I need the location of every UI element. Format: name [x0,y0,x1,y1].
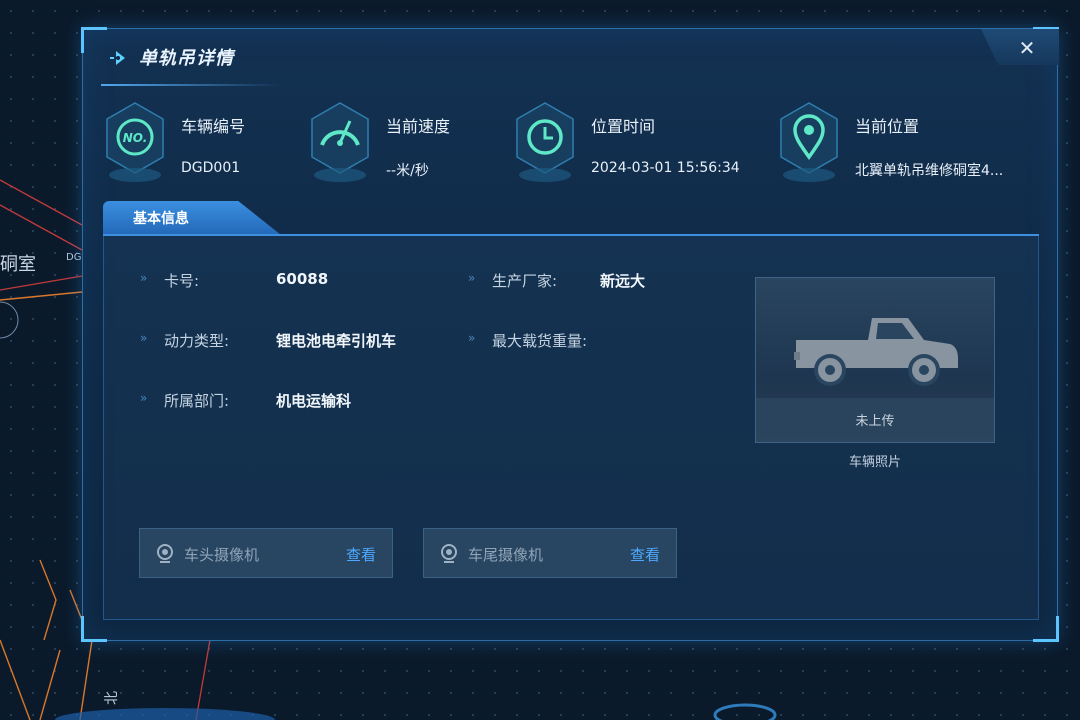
field-label: 最大载货重量: [492,332,588,350]
field-max-load: » 最大载货重量: [468,330,768,352]
svg-text:NO.: NO. [123,131,148,145]
tab-basic-info[interactable]: 基本信息 [103,201,281,235]
chevron-right-icon: » [140,391,148,405]
stat-position-time: 位置时间 2024-03-01 15:56:34 [513,99,773,189]
rear-camera-button[interactable]: 车尾摄像机 查看 [423,528,677,578]
camera-icon [441,544,457,563]
field-label: 所属部门: [164,392,230,410]
speedometer-icon [311,102,369,182]
location-pin-icon [780,102,838,182]
stat-label: 当前位置 [855,117,920,136]
field-value: 机电运输科 [276,392,352,410]
tab-label: 基本信息 [133,211,189,227]
camera-label: 车尾摄像机 [468,546,544,564]
field-label: 生产厂家: [492,272,558,290]
field-value: 60088 [276,270,329,288]
map-room-label: 硐室 [0,254,36,275]
view-camera-link[interactable]: 查看 [630,544,660,565]
pickup-truck-icon [794,318,958,386]
chevron-right-icon: » [468,331,476,345]
stat-label: 当前速度 [386,117,451,136]
stat-current-speed: 当前速度 --米/秒 [308,99,498,189]
stat-label: 车辆编号 [181,117,246,136]
title-underline [101,84,281,86]
stat-value: 北翼单轨吊维修硐室4... [855,163,1004,179]
field-value: 新远大 [600,272,646,290]
field-department: » 所属部门: 机电运输科 [140,390,440,412]
field-value: 锂电池电牵引机车 [276,332,397,350]
camera-icon [157,544,173,563]
camera-label: 车头摄像机 [184,546,260,564]
chevron-right-icon: » [468,271,476,285]
chevron-right-icon: » [140,271,148,285]
stat-label: 位置时间 [591,117,656,136]
field-label: 动力类型: [164,332,230,350]
field-manufacturer: » 生产厂家: 新远大 [468,270,768,292]
photo-caption: 车辆照片 [848,455,901,470]
stat-current-location: 当前位置 北翼单轨吊维修硐室4... [777,99,1037,189]
tab-bar: 基本信息 [103,201,1039,237]
field-card-number: » 卡号: 60088 [140,270,440,292]
monorail-detail-dialog: 单轨吊详情 ✕ NO. 车辆编号 DGD001 当前速度 --米/秒 位置时间 … [81,27,1059,642]
map-vertical-label: 北 [104,691,120,705]
field-power-type: » 动力类型: 锂电池电牵引机车 [140,330,440,352]
view-camera-link[interactable]: 查看 [346,544,376,565]
dialog-title: 单轨吊详情 [139,48,234,69]
no-badge-icon: NO. [106,102,164,182]
stat-value: --米/秒 [386,163,429,179]
field-label: 卡号: [164,272,200,290]
title-arrow-icon [110,51,125,65]
stat-value: DGD001 [181,160,241,176]
close-button[interactable]: ✕ [1013,35,1041,61]
clock-icon [516,102,574,182]
photo-status: 未上传 [855,414,895,429]
stat-vehicle-number: NO. 车辆编号 DGD001 [103,99,293,189]
vehicle-photo[interactable]: 未上传 [755,277,995,443]
dialog-header: 单轨吊详情 ✕ [83,29,1059,87]
stat-value: 2024-03-01 15:56:34 [591,160,740,176]
front-camera-button[interactable]: 车头摄像机 查看 [139,528,393,578]
photo-status-bar: 未上传 [756,398,994,442]
chevron-right-icon: » [140,331,148,345]
